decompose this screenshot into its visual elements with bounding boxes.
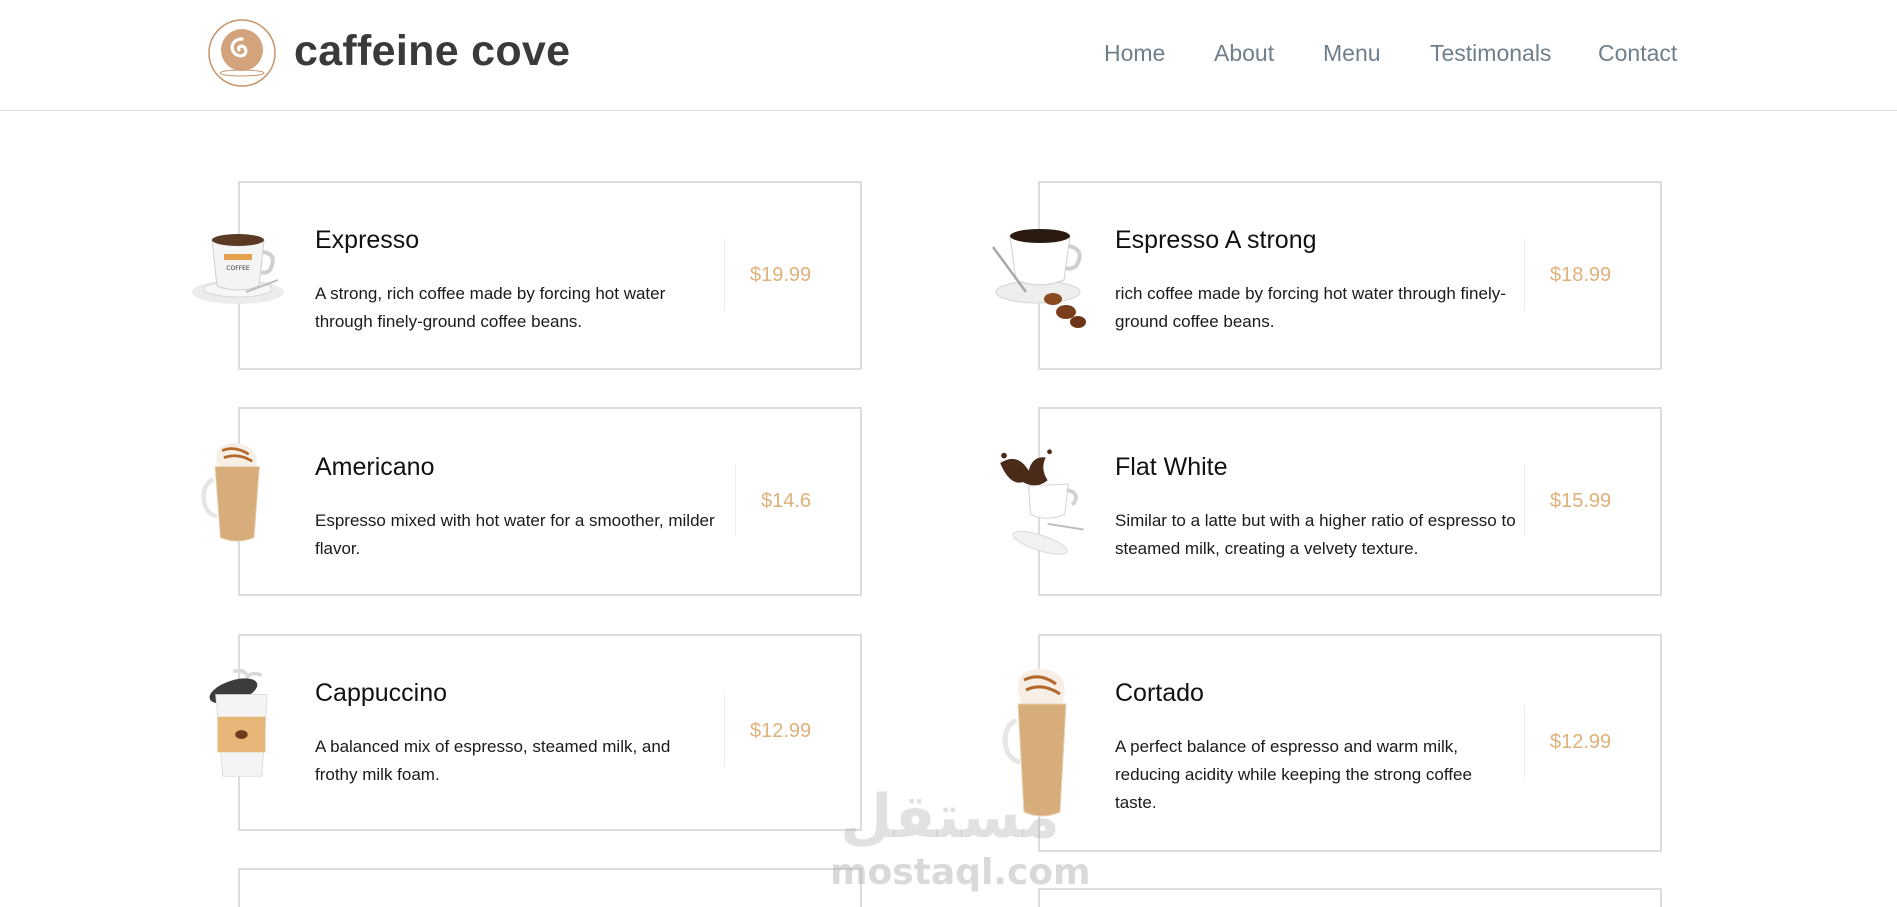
nav-testimonials[interactable]: Testimonals bbox=[1430, 38, 1551, 68]
nav-menu[interactable]: Menu bbox=[1323, 38, 1381, 68]
site-header: caffeine cove Home About Menu Testimonal… bbox=[0, 0, 1897, 111]
item-price: $18.99 bbox=[1550, 264, 1612, 286]
nav-contact[interactable]: Contact bbox=[1598, 38, 1677, 68]
item-title: Cappuccino bbox=[315, 679, 448, 707]
divider bbox=[724, 239, 725, 311]
nav-about[interactable]: About bbox=[1214, 38, 1274, 68]
coffee-swirl-logo-icon[interactable] bbox=[207, 18, 277, 88]
divider bbox=[1524, 464, 1525, 536]
item-description: Espresso mixed with hot water for a smoo… bbox=[315, 511, 715, 558]
espresso-cup-beans-icon bbox=[991, 229, 1086, 328]
item-title: Flat White bbox=[1115, 453, 1228, 481]
item-title: Expresso bbox=[315, 226, 420, 254]
menu-card bbox=[238, 868, 862, 907]
item-price: $15.99 bbox=[1550, 490, 1612, 512]
frappe-glass-icon bbox=[201, 443, 260, 542]
item-price: $12.99 bbox=[1550, 731, 1612, 753]
divider bbox=[1524, 706, 1525, 778]
item-title: Cortado bbox=[1115, 679, 1204, 707]
divider bbox=[735, 464, 736, 536]
nav-home[interactable]: Home bbox=[1104, 38, 1165, 68]
watermark-latin: mostaql.com bbox=[830, 852, 1091, 893]
item-price: $12.99 bbox=[750, 720, 812, 742]
splashing-cup-icon bbox=[1000, 449, 1084, 555]
brand-name[interactable]: caffeine cove bbox=[294, 26, 570, 76]
item-title: Americano bbox=[315, 453, 435, 481]
item-description: A balanced mix of espresso, steamed milk… bbox=[315, 737, 671, 784]
takeaway-cup-icon bbox=[209, 668, 268, 777]
item-title: Espresso A strong bbox=[1115, 226, 1317, 254]
divider bbox=[1524, 239, 1525, 311]
svg-text:COFFEE: COFFEE bbox=[226, 265, 250, 272]
item-description: rich coffee made by forcing hot water th… bbox=[1115, 284, 1506, 331]
item-price: $14.6 bbox=[761, 490, 812, 512]
coffee-cup-saucer-icon: COFFEE bbox=[192, 234, 284, 304]
item-description: Similar to a latte but with a higher rat… bbox=[1115, 511, 1516, 558]
menu-card bbox=[1038, 888, 1662, 907]
item-description: A perfect balance of espresso and warm m… bbox=[1115, 737, 1472, 812]
item-description: A strong, rich coffee made by forcing ho… bbox=[315, 284, 666, 331]
item-price: $19.99 bbox=[750, 264, 812, 286]
divider bbox=[724, 694, 725, 766]
whipped-cream-glass-icon bbox=[1002, 668, 1067, 817]
